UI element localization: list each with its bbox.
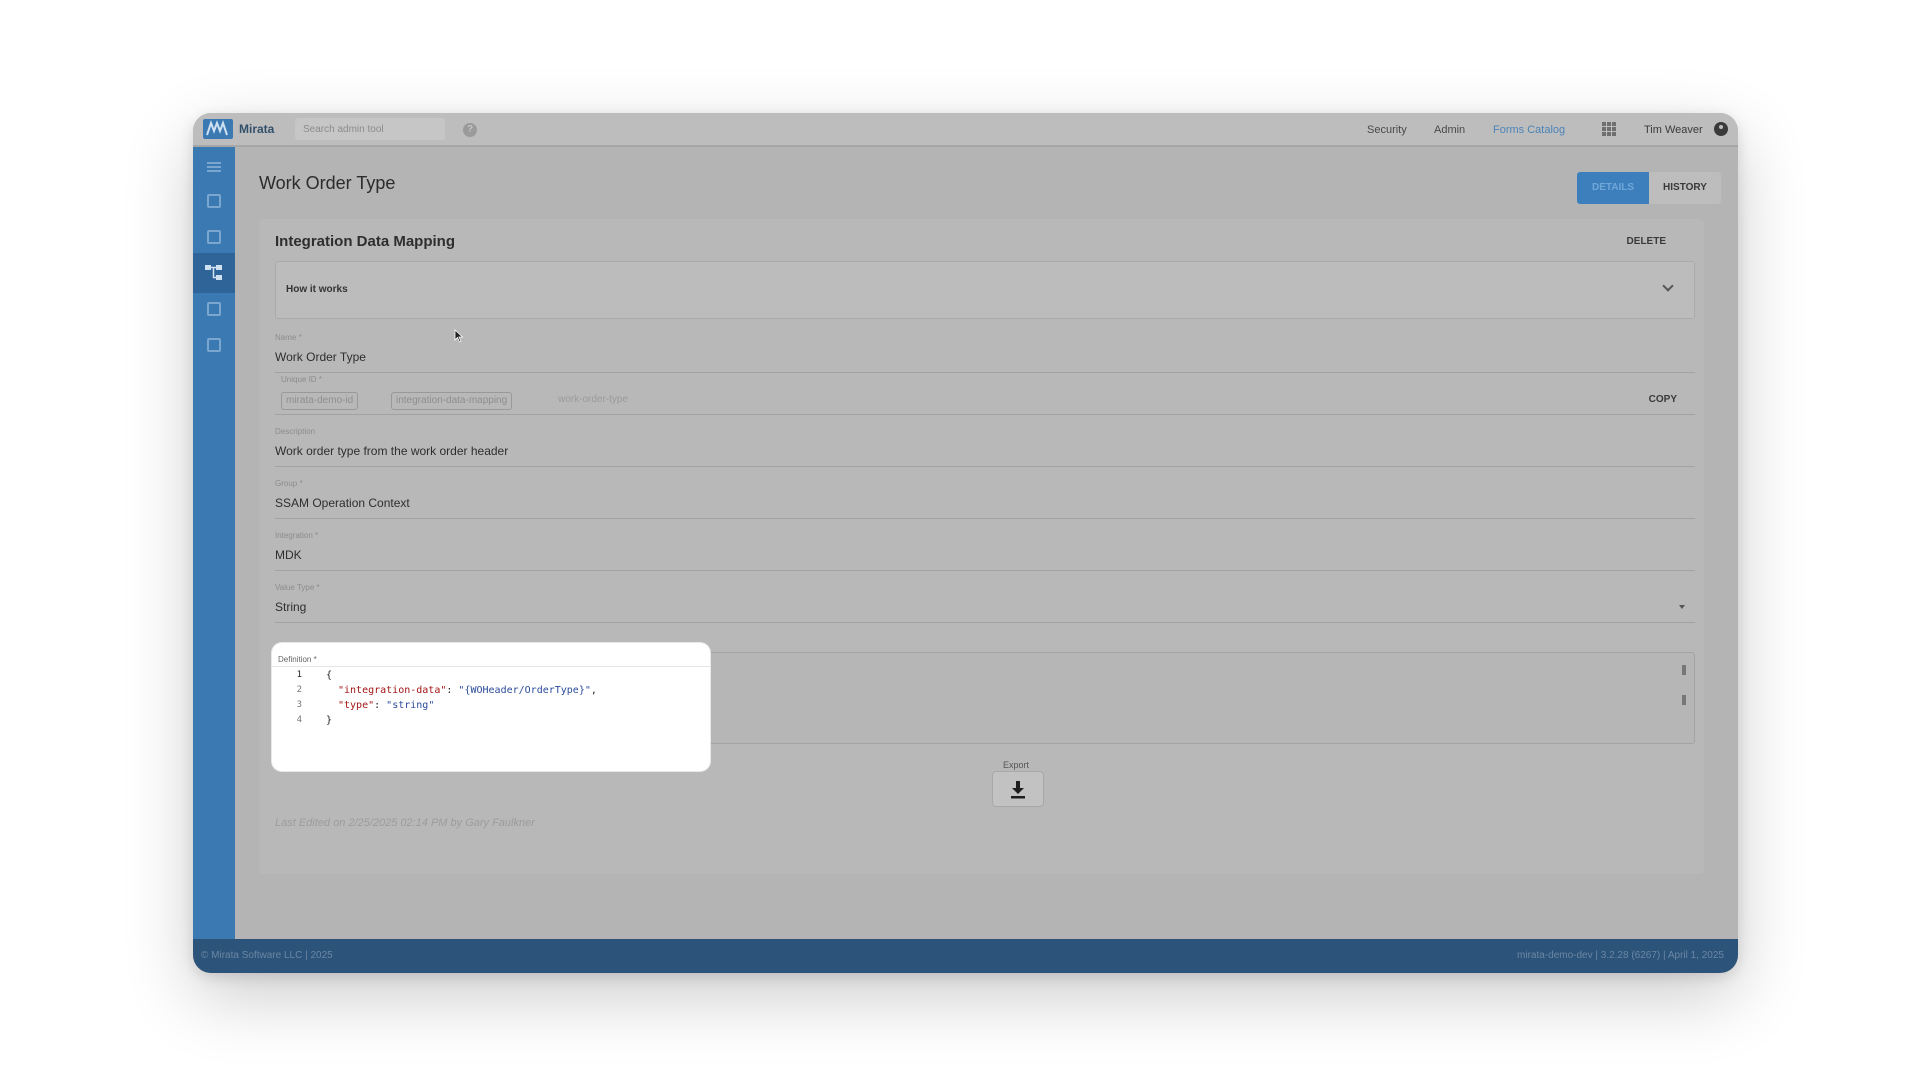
code-brace: { xyxy=(326,670,333,681)
chevron-down-icon[interactable] xyxy=(1662,280,1674,292)
menu-icon xyxy=(207,162,221,172)
integration-field[interactable]: Integration * MDK xyxy=(275,531,1695,571)
description-value[interactable]: Work order type from the work order head… xyxy=(275,444,508,458)
scrollbar-handle[interactable] xyxy=(1682,665,1686,675)
sidebar-item-image[interactable] xyxy=(193,289,235,329)
code-comma: , xyxy=(590,685,597,696)
footer-copyright: © Mirata Software LLC | 2025 xyxy=(201,950,333,961)
list-icon xyxy=(207,194,221,208)
copy-button[interactable]: COPY xyxy=(1649,394,1677,405)
line-number: 2 xyxy=(296,685,302,695)
export-label: Export xyxy=(1003,760,1030,770)
code-key: "type" xyxy=(338,700,375,711)
sidebar-item-list[interactable] xyxy=(193,181,235,221)
code-editor[interactable]: 1 { 2 "integration-data": "{WOHeader/Ord… xyxy=(272,670,710,730)
line-number: 1 xyxy=(296,670,302,680)
download-icon xyxy=(1011,781,1025,799)
unique-id-label: Unique ID * xyxy=(281,375,322,384)
line-number: 4 xyxy=(296,715,302,725)
last-edited-note: Last Edited on 2/25/2025 02:14 PM by Gar… xyxy=(275,817,535,829)
mouse-cursor-icon xyxy=(454,329,464,343)
nav-security[interactable]: Security xyxy=(1367,124,1407,136)
search-box[interactable] xyxy=(295,118,445,140)
value-type-select[interactable]: Value Type * String xyxy=(275,583,1695,623)
unique-id-input[interactable]: work-order-type xyxy=(558,394,628,405)
unique-id-chip: mirata-demo-id xyxy=(281,392,359,410)
code-string: "string" xyxy=(386,700,435,711)
group-value[interactable]: SSAM Operation Context xyxy=(275,496,410,510)
nav-admin[interactable]: Admin xyxy=(1434,124,1465,136)
code-line[interactable]: 3 "type": "string" xyxy=(272,700,710,715)
name-field[interactable]: Name * Work Order Type xyxy=(275,333,1695,373)
unique-id-field[interactable]: Unique ID * mirata-demo-id integration-d… xyxy=(275,375,1695,415)
image-icon xyxy=(207,302,221,316)
integration-label: Integration * xyxy=(275,531,319,540)
app-window: Mirata ? Security Admin Forms Catalog Ti… xyxy=(193,113,1738,973)
logo-text: Mirata xyxy=(239,122,275,136)
code-line[interactable]: 4 } xyxy=(272,715,710,730)
footer-version: mirata-demo-dev | 3.2.28 (6267) | April … xyxy=(1517,950,1724,961)
code-line[interactable]: 1 { xyxy=(272,670,710,685)
group-field[interactable]: Group * SSAM Operation Context xyxy=(275,479,1695,519)
sidebar-item-integration[interactable] xyxy=(193,253,235,293)
user-name[interactable]: Tim Weaver xyxy=(1644,124,1703,136)
definition-editor-spotlight[interactable]: Definition * 1 { 2 "integration-data": "… xyxy=(272,643,710,771)
code-string: "{WOHeader/OrderType}" xyxy=(458,685,591,696)
apps-grid-icon[interactable] xyxy=(1602,122,1616,136)
help-icon[interactable]: ? xyxy=(463,123,477,137)
main-content: Work Order Type DETAILS HISTORY Integrat… xyxy=(235,147,1738,939)
delete-button[interactable]: DELETE xyxy=(1627,236,1666,247)
scrollbar-handle[interactable] xyxy=(1682,695,1686,705)
code-line[interactable]: 2 "integration-data": "{WOHeader/OrderTy… xyxy=(272,685,710,700)
code-separator: : xyxy=(374,700,387,711)
user-account-icon[interactable] xyxy=(1714,122,1728,136)
editor-divider xyxy=(272,666,710,667)
dropdown-arrow-icon[interactable] xyxy=(1679,605,1685,609)
definition-label: Definition * xyxy=(278,655,317,664)
mapping-card: Integration Data Mapping DELETE How it w… xyxy=(259,219,1704,874)
code-separator: : xyxy=(446,685,459,696)
tab-history[interactable]: HISTORY xyxy=(1649,172,1721,204)
search-input[interactable] xyxy=(295,118,445,140)
hierarchy-icon xyxy=(205,265,222,280)
name-label: Name * xyxy=(275,333,302,342)
line-number: 3 xyxy=(296,700,302,710)
copy-icon xyxy=(207,230,221,244)
mirata-logo-icon[interactable] xyxy=(203,119,233,139)
page-title: Work Order Type xyxy=(259,173,396,193)
group-label: Group * xyxy=(275,479,303,488)
code-key: "integration-data" xyxy=(338,685,447,696)
how-it-works-label: How it works xyxy=(286,284,348,295)
code-brace: } xyxy=(326,715,333,726)
unique-id-chip: integration-data-mapping xyxy=(391,392,513,410)
sidebar-item-copy[interactable] xyxy=(193,217,235,257)
export-button[interactable] xyxy=(992,771,1044,807)
nav-forms-catalog[interactable]: Forms Catalog xyxy=(1493,124,1565,136)
how-it-works-accordion[interactable]: How it works xyxy=(275,261,1695,319)
name-value[interactable]: Work Order Type xyxy=(275,350,366,364)
tab-bar: DETAILS HISTORY xyxy=(1577,172,1721,204)
value-type-value[interactable]: String xyxy=(275,600,306,614)
sidebar xyxy=(193,147,235,939)
top-bar: Mirata ? Security Admin Forms Catalog Ti… xyxy=(193,113,1738,147)
value-type-label: Value Type * xyxy=(275,583,320,592)
integration-value[interactable]: MDK xyxy=(275,548,302,562)
description-label: Description xyxy=(275,427,316,436)
description-field[interactable]: Description Work order type from the wor… xyxy=(275,427,1695,467)
tab-details[interactable]: DETAILS xyxy=(1577,172,1649,204)
clipboard-icon xyxy=(207,338,221,352)
footer: © Mirata Software LLC | 2025 mirata-demo… xyxy=(193,939,1738,973)
card-title: Integration Data Mapping xyxy=(275,233,455,250)
sidebar-item-clipboard[interactable] xyxy=(193,325,235,365)
